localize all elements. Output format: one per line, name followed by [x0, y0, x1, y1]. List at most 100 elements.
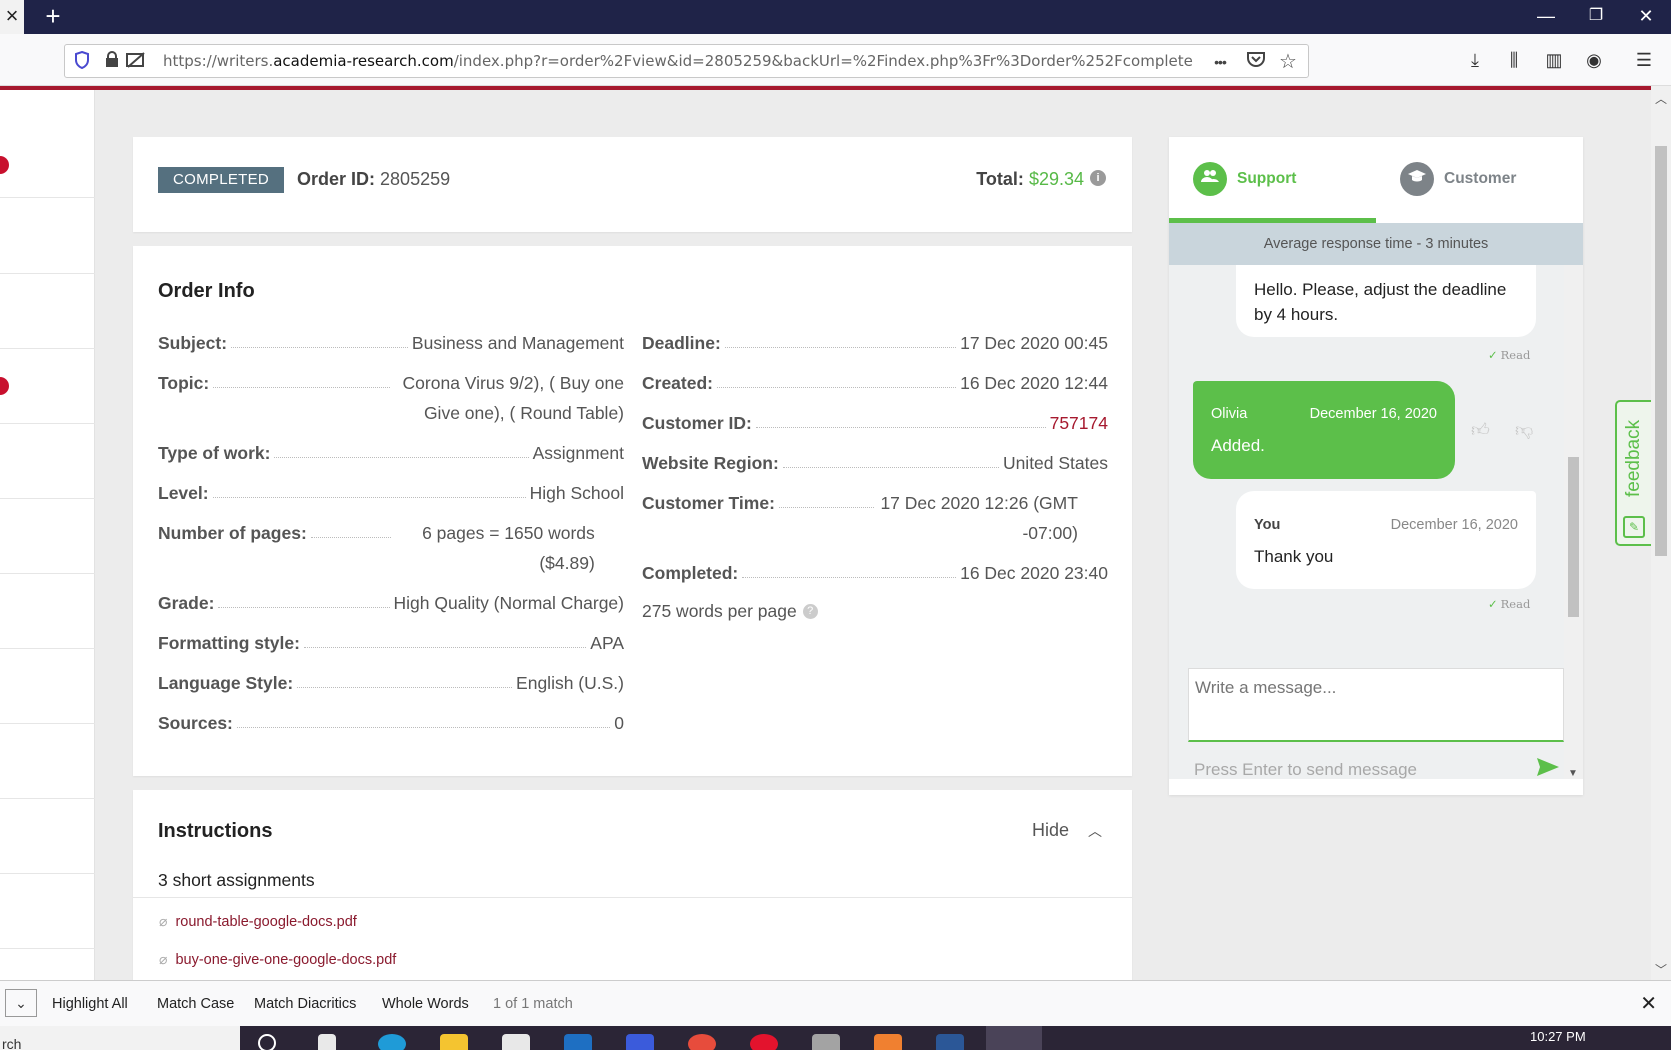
- left-sidebar: [0, 90, 95, 980]
- sidebar-item[interactable]: [0, 799, 95, 874]
- cortana-icon[interactable]: [258, 1034, 276, 1050]
- thumbs-up-icon[interactable]: 👍︎: [1471, 419, 1490, 441]
- send-hint: Press Enter to send message: [1194, 760, 1418, 779]
- message-bubble-olivia: Olivia December 16, 2020 Added.: [1193, 381, 1455, 479]
- sidebar-item[interactable]: [0, 649, 95, 724]
- scroll-up-icon[interactable]: ︿: [1651, 90, 1671, 107]
- calculator-icon[interactable]: [812, 1034, 840, 1050]
- highlight-all-toggle[interactable]: Highlight All: [52, 996, 128, 1012]
- file-explorer-icon[interactable]: [440, 1034, 468, 1050]
- message-input[interactable]: [1188, 668, 1564, 742]
- paperclip-icon: ⌀: [159, 951, 168, 967]
- field-level: Level: High School: [158, 478, 624, 508]
- divider: [133, 897, 1132, 898]
- field-formatting-style: Formatting style: APA: [158, 628, 624, 658]
- sidebar-item[interactable]: [0, 724, 95, 799]
- minimize-button[interactable]: —: [1521, 0, 1571, 34]
- bookmark-star-icon[interactable]: ☆: [1277, 51, 1299, 73]
- chat-panel: Support Customer Average response time -…: [1169, 137, 1583, 795]
- find-next-dropdown[interactable]: ⌄: [5, 989, 37, 1017]
- sidebar-item[interactable]: [0, 499, 95, 574]
- message-bubble: Hello. Please, adjust the deadline by 4 …: [1236, 265, 1536, 337]
- hide-instructions-button[interactable]: Hide ︿: [1032, 820, 1102, 841]
- order-info-card: Order Info Subject: Business and Manageme…: [133, 246, 1132, 776]
- sidebar-item[interactable]: [0, 90, 95, 198]
- chat-scrollbar-thumb[interactable]: [1568, 457, 1579, 617]
- match-diacritics-toggle[interactable]: Match Diacritics: [254, 996, 356, 1012]
- library-icon[interactable]: ⫼: [1500, 46, 1528, 74]
- message-bubble-you: You December 16, 2020 Thank you: [1236, 491, 1536, 589]
- tab-customer[interactable]: Customer: [1376, 137, 1583, 223]
- app-icon[interactable]: [626, 1034, 654, 1050]
- order-header-card: COMPLETED Order ID: 2805259 Total: $29.3…: [133, 137, 1132, 232]
- pocket-icon[interactable]: [1245, 51, 1267, 73]
- feedback-button[interactable]: feedback ✎: [1615, 400, 1651, 546]
- clock[interactable]: 10:27 PM: [1530, 1029, 1586, 1044]
- chrome-icon[interactable]: [688, 1034, 716, 1050]
- instructions-card: Instructions Hide ︿ 3 short assignments …: [133, 790, 1132, 980]
- sidebar-item[interactable]: [0, 574, 95, 649]
- thumbs-down-icon[interactable]: 👎︎: [1515, 419, 1533, 441]
- instructions-title: Instructions: [158, 820, 273, 842]
- sidebar-item[interactable]: [0, 424, 95, 499]
- firefox-icon[interactable]: [986, 1026, 1042, 1050]
- browser-tabbar: × + — ❐ ✕: [0, 0, 1671, 34]
- sidebar-item[interactable]: [0, 274, 95, 349]
- page-scrollbar-thumb[interactable]: [1655, 146, 1667, 556]
- whole-words-toggle[interactable]: Whole Words: [382, 996, 469, 1012]
- average-response-time: Average response time - 3 minutes: [1169, 223, 1583, 265]
- scroll-down-icon[interactable]: ﹀: [1651, 961, 1671, 978]
- app-icon[interactable]: [874, 1034, 902, 1050]
- send-icon[interactable]: [1536, 757, 1560, 783]
- sidebar-item[interactable]: [0, 349, 95, 424]
- attachment-link[interactable]: ⌀ buy-one-give-one-google-docs.pdf: [159, 951, 396, 968]
- opera-icon[interactable]: [750, 1034, 778, 1050]
- read-status: ✓ Read: [1488, 597, 1531, 611]
- attachment-link[interactable]: ⌀ round-table-google-docs.pdf: [159, 913, 357, 930]
- field-type-of-work: Type of work: Assignment: [158, 438, 624, 468]
- match-case-toggle[interactable]: Match Case: [157, 996, 234, 1012]
- sidebar-toggle-icon[interactable]: ▥: [1540, 46, 1568, 74]
- field-deadline: Deadline: 17 Dec 2020 00:45: [642, 328, 1108, 358]
- graduation-cap-icon: [1400, 162, 1434, 196]
- task-view-icon[interactable]: [318, 1034, 336, 1050]
- sidebar-item[interactable]: [0, 874, 95, 949]
- account-icon[interactable]: ◉: [1580, 46, 1608, 74]
- close-findbar-icon[interactable]: ✕: [1640, 991, 1657, 1016]
- field-sources: Sources: 0: [158, 708, 624, 738]
- instructions-text: 3 short assignments: [158, 870, 315, 890]
- support-team-icon: [1193, 162, 1227, 196]
- mail-icon[interactable]: [564, 1034, 592, 1050]
- browser-navbar: https://writers.academia-research.com/in…: [0, 34, 1671, 86]
- chat-scrollbar[interactable]: ▼: [1564, 265, 1583, 779]
- tab-support[interactable]: Support: [1169, 137, 1376, 223]
- field-website-region: Website Region: United States: [642, 448, 1108, 478]
- downloads-icon[interactable]: ⤓: [1461, 46, 1489, 74]
- lock-icon[interactable]: [101, 51, 123, 73]
- new-tab-button[interactable]: +: [38, 0, 68, 34]
- restore-button[interactable]: ❐: [1571, 0, 1621, 34]
- store-icon[interactable]: [502, 1034, 530, 1050]
- edge-icon[interactable]: [378, 1034, 406, 1050]
- chevron-down-icon[interactable]: ▼: [1568, 768, 1578, 779]
- taskbar-search[interactable]: rch: [0, 1026, 240, 1050]
- more-actions-icon[interactable]: •••: [1209, 51, 1231, 73]
- field-customer-id: Customer ID: 757174: [642, 408, 1108, 438]
- info-icon[interactable]: i: [1090, 170, 1106, 186]
- permissions-icon[interactable]: [125, 51, 147, 73]
- order-total: Total: $29.34: [976, 169, 1084, 189]
- help-icon[interactable]: ?: [802, 604, 818, 619]
- notification-dot: [0, 156, 9, 174]
- sidebar-item[interactable]: [0, 198, 95, 274]
- page-scrollbar[interactable]: ︿ ﹀: [1651, 86, 1671, 980]
- word-icon[interactable]: [936, 1034, 964, 1050]
- shield-icon[interactable]: [71, 50, 93, 73]
- url-bar[interactable]: https://writers.academia-research.com/in…: [64, 44, 1309, 78]
- window-close-button[interactable]: ✕: [1621, 0, 1671, 34]
- tab-close-icon[interactable]: ×: [0, 0, 24, 34]
- words-per-page: 275 words per page?: [642, 596, 1108, 626]
- check-icon: ✓: [1488, 597, 1498, 611]
- menu-icon[interactable]: ☰: [1630, 46, 1658, 74]
- url-text[interactable]: https://writers.academia-research.com/in…: [163, 52, 1203, 70]
- order-id: Order ID: 2805259: [297, 169, 451, 189]
